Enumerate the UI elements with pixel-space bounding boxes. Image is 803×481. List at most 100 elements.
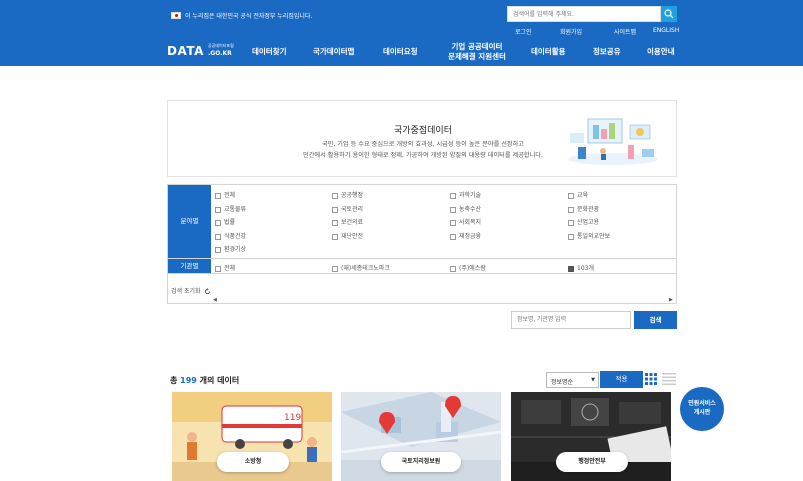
checkbox[interactable] [568,192,574,199]
checkbox[interactable] [568,233,574,240]
checkbox-label: 환경기상 [224,246,247,253]
org-logo-badge: 행정안전부 [556,452,628,472]
field-checkbox-land[interactable]: 국토관리 [332,204,363,213]
result-prefix: 총 [170,376,178,385]
checkbox-label: 재정금융 [459,233,482,240]
checkbox-label: 103개 [577,265,594,272]
org-checkbox-all[interactable]: 전체 [215,263,235,272]
checkbox[interactable] [215,265,221,272]
checkbox-label: 교통물류 [224,206,247,213]
field-checkbox-agriculture[interactable]: 농축수산 [450,204,481,213]
filter-panel: 분야별 전체 공공행정 과학기술 교육 교통물류 국토관리 농축수산 문화관광 … [167,184,677,304]
checkbox-label: 공공행정 [341,192,364,199]
checkbox[interactable] [568,219,574,226]
checkbox[interactable] [332,233,338,240]
nav-data-use[interactable]: 데이터활용 [531,47,566,57]
float-line2: 게시판 [693,409,711,416]
checkbox-label: 재난안전 [341,233,364,240]
scroll-left-icon[interactable]: ◀ [213,297,217,303]
org-checkbox-esram[interactable]: (주)에스람 [450,263,486,272]
scroll-right-icon[interactable]: ▶ [669,297,673,303]
list-view-icon[interactable] [662,373,676,385]
field-checkbox-science[interactable]: 과학기술 [450,190,481,199]
checkbox-label: 법률 [224,219,236,226]
checkbox[interactable] [450,219,456,226]
checkbox[interactable] [450,265,456,272]
checkbox-label: 산업고용 [577,219,600,226]
field-checkbox-law[interactable]: 법률 [215,217,235,226]
filter-divider [168,258,676,259]
civil-service-board-button[interactable]: 민원서비스 게시판 [680,387,724,431]
field-checkbox-food[interactable]: 식품건강 [215,231,246,240]
checkbox[interactable] [215,192,221,199]
field-checkbox-unification[interactable]: 통일외교안보 [568,231,610,240]
checkbox[interactable] [450,206,456,213]
field-filter-label: 분야별 [168,185,211,258]
checkbox[interactable] [332,192,338,199]
dataset-search-input[interactable] [511,311,631,329]
field-checkbox-transport[interactable]: 교통물류 [215,204,246,213]
checkbox[interactable] [568,265,574,272]
checkbox[interactable] [332,265,338,272]
dataset-card[interactable]: 국토지리정보원 [341,392,501,481]
logo[interactable]: DATA [167,44,204,58]
checkbox[interactable] [568,206,574,213]
intro-card: 국가중점데이터 국민, 기업 등 수요 중심으로 개방의 효과성, 시급성 등이… [167,100,677,177]
nav-national-data-map[interactable]: 국가데이터맵 [313,47,354,57]
field-checkbox-welfare[interactable]: 사회복지 [450,217,481,226]
checkbox[interactable] [215,206,221,213]
login-link[interactable]: 로그인 [515,27,532,36]
checkbox[interactable] [332,219,338,226]
nav-guide[interactable]: 이용안내 [647,47,675,57]
checkbox[interactable] [332,206,338,213]
checkbox[interactable] [215,246,221,253]
field-checkbox-finance[interactable]: 재정금융 [450,231,481,240]
org-checkbox-sejong-technopark[interactable]: (재)세종테크노파크 [332,263,390,272]
checkbox[interactable] [450,192,456,199]
field-checkbox-environment[interactable]: 환경기상 [215,244,246,253]
korea-flag-icon [171,12,181,19]
org-filter-label: 기관별 [168,259,211,273]
logo-domain: .GO.KR [208,50,232,57]
filter-divider [168,273,676,274]
nav-info-share[interactable]: 정보공유 [593,47,621,57]
sort-select[interactable]: 정보명순 ▼ [546,372,599,388]
nav-business-support[interactable]: 기업 공공데이터 문제해결 지원센터 [442,42,512,62]
org-more-count[interactable]: 103개 [568,263,594,272]
site-header: 이 누리집은 대한민국 공식 전자정부 누리집입니다. 로그인 회원가입 사이트… [0,0,803,66]
field-checkbox-industry[interactable]: 산업고용 [568,217,599,226]
checkbox-label: 통일외교안보 [577,233,611,240]
nav-data-search[interactable]: 데이터찾기 [252,47,287,57]
checkbox[interactable] [450,233,456,240]
checkbox-label: 사회복지 [459,219,482,226]
field-checkbox-all[interactable]: 전체 [215,190,235,199]
org-logo-badge: 국토지리정보원 [381,452,461,472]
header-search-input[interactable] [507,6,661,22]
field-checkbox-health[interactable]: 보건의료 [332,217,363,226]
header-search-button[interactable] [661,6,677,22]
logo-subtitle: 공공데이터포털 [208,43,234,48]
checkbox-label: 국토관리 [341,206,364,213]
apply-sort-button[interactable]: 적용 [600,371,643,388]
checkbox-label: 과학기술 [459,192,482,199]
checkbox[interactable] [215,219,221,226]
checkbox-label: (재)세종테크노파크 [341,265,390,272]
checkbox-label: 농축수산 [459,206,482,213]
dataset-card[interactable]: 행정안전부 [511,392,671,481]
dataset-search-button[interactable]: 검색 [634,311,677,329]
signup-link[interactable]: 회원가입 [560,27,582,36]
field-checkbox-education[interactable]: 교육 [568,190,588,199]
reset-filter-button[interactable]: 검색 초기화 [171,286,211,295]
dataset-card[interactable]: 119 소방청 [172,392,332,481]
sitemap-link[interactable]: 사이트맵 [614,27,636,36]
field-checkbox-public-admin[interactable]: 공공행정 [332,190,363,199]
grid-view-icon[interactable] [645,373,657,385]
nav-business-line2: 문제해결 지원센터 [448,52,506,61]
checkbox[interactable] [215,233,221,240]
field-checkbox-disaster[interactable]: 재난안전 [332,231,363,240]
english-link[interactable]: ENGLISH [653,27,679,34]
nav-business-line1: 기업 공공데이터 [451,42,503,51]
nav-data-request[interactable]: 데이터요청 [383,47,418,57]
reset-label: 검색 초기화 [171,288,201,295]
field-checkbox-culture[interactable]: 문화관광 [568,204,599,213]
